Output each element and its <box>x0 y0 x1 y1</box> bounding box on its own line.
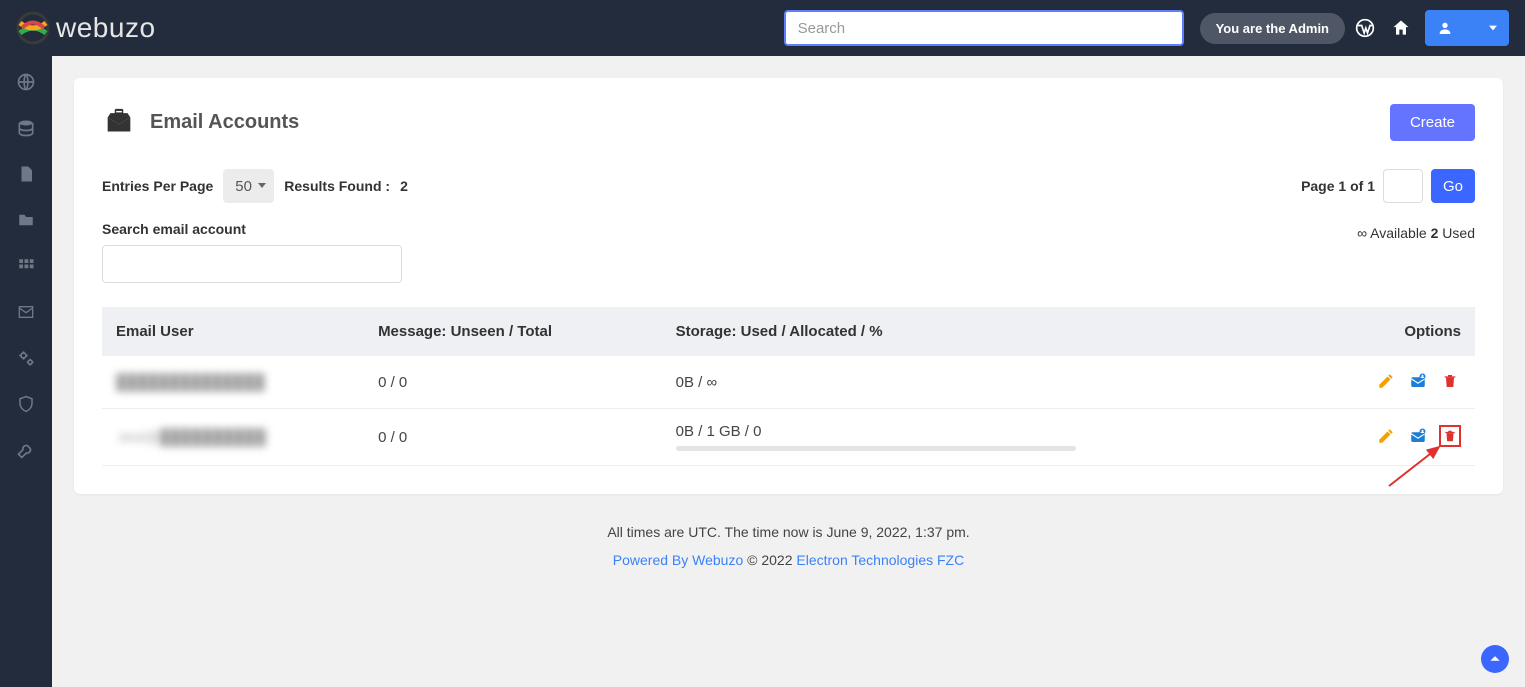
results-found-value: 2 <box>400 178 408 194</box>
sidebar <box>0 56 52 687</box>
apps-icon[interactable] <box>12 252 40 280</box>
webmail-icon[interactable] <box>1407 425 1429 447</box>
go-button[interactable]: Go <box>1431 169 1475 203</box>
search-account-input[interactable] <box>102 245 402 283</box>
file-icon[interactable] <box>12 160 40 188</box>
table-row: ██████████████ 0 / 0 0B / ∞ <box>102 356 1475 409</box>
mail-icon[interactable] <box>12 298 40 326</box>
results-found-label: Results Found : <box>284 178 390 194</box>
storage-progress <box>676 446 1076 451</box>
delete-icon[interactable] <box>1439 370 1461 392</box>
wordpress-icon[interactable] <box>1349 12 1381 44</box>
cell-email-user: ██████████████ <box>116 374 265 391</box>
col-email-user: Email User <box>102 307 364 356</box>
page-indicator: Page 1 of 1 <box>1301 178 1375 194</box>
scroll-to-top-button[interactable] <box>1481 645 1509 673</box>
search-input[interactable] <box>784 10 1184 46</box>
col-options: Options <box>1292 307 1475 356</box>
page-number-input[interactable] <box>1383 169 1423 203</box>
logo-icon <box>16 11 50 45</box>
entries-per-page-select[interactable]: 50 <box>223 169 274 203</box>
cell-email-user: .test@██████████ <box>116 429 266 446</box>
edit-icon[interactable] <box>1375 425 1397 447</box>
email-page-icon <box>102 106 136 140</box>
wrench-icon[interactable] <box>12 436 40 464</box>
col-storage: Storage: Used / Allocated / % <box>662 307 1293 356</box>
globe-icon[interactable] <box>12 68 40 96</box>
global-search <box>784 10 1184 46</box>
table-row: .test@██████████ 0 / 0 0B / 1 GB / 0 <box>102 409 1475 466</box>
user-icon <box>1437 20 1453 36</box>
chevron-down-icon <box>1489 24 1497 32</box>
delete-icon[interactable] <box>1439 425 1461 447</box>
main-content: Email Accounts Create Entries Per Page 5… <box>52 56 1525 634</box>
home-icon[interactable] <box>1385 12 1417 44</box>
col-message: Message: Unseen / Total <box>364 307 662 356</box>
edit-icon[interactable] <box>1375 370 1397 392</box>
brand-logo[interactable]: webuzo <box>16 11 156 45</box>
cell-storage: 0B / ∞ <box>676 374 718 391</box>
footer-company-link[interactable]: Electron Technologies FZC <box>796 552 964 568</box>
page-title: Email Accounts <box>150 111 299 134</box>
database-icon[interactable] <box>12 114 40 142</box>
top-bar: webuzo You are the Admin <box>0 0 1525 56</box>
cell-message: 0 / 0 <box>378 429 407 446</box>
shield-icon[interactable] <box>12 390 40 418</box>
user-menu-button[interactable] <box>1425 10 1509 46</box>
webmail-icon[interactable] <box>1407 370 1429 392</box>
admin-badge: You are the Admin <box>1200 13 1345 44</box>
email-accounts-table: Email User Message: Unseen / Total Stora… <box>102 307 1475 466</box>
footer-time: All times are UTC. The time now is June … <box>74 518 1503 546</box>
search-account-label: Search email account <box>102 221 402 237</box>
brand-text: webuzo <box>56 12 156 44</box>
footer-powered-link[interactable]: Powered By Webuzo <box>613 552 743 568</box>
email-accounts-card: Email Accounts Create Entries Per Page 5… <box>74 78 1503 494</box>
cell-storage: 0B / 1 GB / 0 <box>676 423 1279 440</box>
entries-per-page-label: Entries Per Page <box>102 178 213 194</box>
create-button[interactable]: Create <box>1390 104 1475 141</box>
cell-message: 0 / 0 <box>378 374 407 391</box>
folder-icon[interactable] <box>12 206 40 234</box>
chevron-up-icon <box>1488 652 1502 666</box>
gears-icon[interactable] <box>12 344 40 372</box>
availability-summary: ∞ Available 2 Used <box>1357 221 1475 241</box>
footer: All times are UTC. The time now is June … <box>74 518 1503 574</box>
